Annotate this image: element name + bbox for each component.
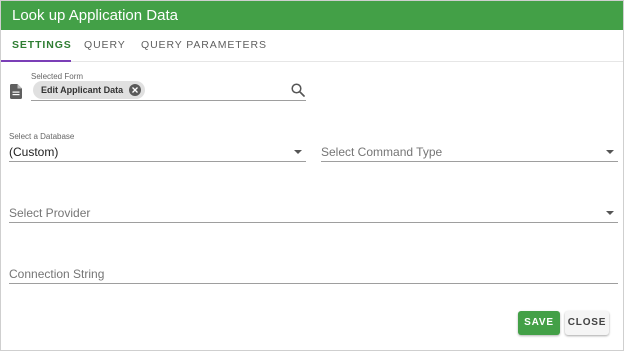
search-icon[interactable] (291, 83, 305, 97)
lookup-dialog: Look up Application Data SETTINGS QUERY … (0, 0, 624, 351)
dialog-titlebar: Look up Application Data (1, 1, 623, 30)
chip-label: Edit Applicant Data (41, 85, 124, 95)
database-select[interactable]: Select a Database (Custom) (9, 131, 306, 162)
tab-settings[interactable]: SETTINGS (12, 30, 72, 61)
connection-string-underline (9, 283, 618, 284)
tab-query-parameters[interactable]: QUERY PARAMETERS (141, 30, 267, 61)
chip-remove-icon[interactable] (129, 84, 142, 96)
save-button[interactable]: SAVE (518, 311, 560, 335)
selected-form-underline (31, 100, 306, 101)
selected-form-chip: Edit Applicant Data (33, 81, 146, 99)
tab-query[interactable]: QUERY (84, 30, 126, 61)
connection-string-placeholder: Connection String (9, 267, 105, 281)
dialog-title: Look up Application Data (12, 7, 178, 24)
active-tab-indicator (1, 60, 71, 62)
database-label: Select a Database (9, 132, 75, 141)
provider-underline (9, 222, 618, 223)
tab-bar: SETTINGS QUERY QUERY PARAMETERS (1, 30, 623, 62)
command-type-placeholder: Select Command Type (321, 145, 443, 159)
connection-string-field[interactable]: Connection String (9, 256, 618, 284)
command-type-select[interactable]: Select Command Type (321, 131, 618, 162)
chevron-down-icon (606, 211, 614, 215)
database-underline (9, 161, 306, 162)
database-value: (Custom) (9, 145, 59, 159)
provider-placeholder: Select Provider (9, 206, 91, 220)
close-button[interactable]: CLOSE (565, 311, 609, 335)
chevron-down-icon (606, 150, 614, 154)
command-type-underline (321, 161, 618, 162)
chevron-down-icon (294, 150, 302, 154)
provider-select[interactable]: Select Provider (9, 196, 618, 223)
document-icon (10, 84, 22, 99)
